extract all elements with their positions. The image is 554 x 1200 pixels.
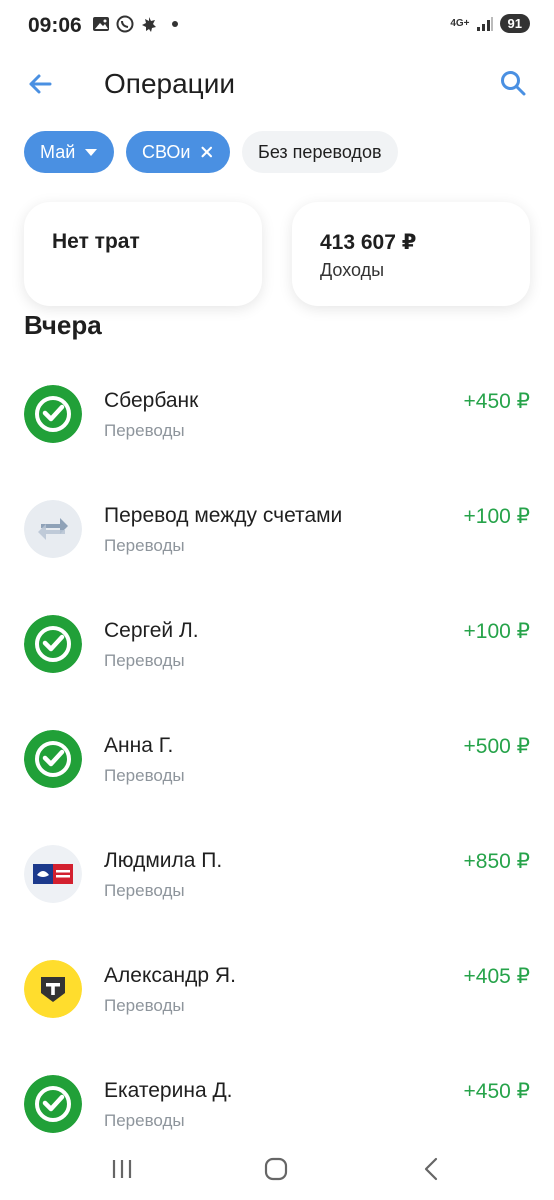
transaction-amount: +450 ₽ <box>463 1080 531 1103</box>
transaction-amount: +500 ₽ <box>463 735 531 758</box>
transaction-name: Екатерина Д. <box>104 1079 233 1102</box>
filter-chips: Май СВОи Без переводов <box>24 131 398 173</box>
app-icon <box>142 17 156 32</box>
transaction-amount: +100 ₽ <box>463 620 531 643</box>
no-transfers-label: Без переводов <box>258 141 382 162</box>
income-label: Доходы <box>320 260 385 280</box>
transaction-category: Переводы <box>104 996 185 1015</box>
tbank-icon <box>24 960 82 1018</box>
system-nav-bar <box>0 1136 554 1200</box>
expenses-card[interactable]: Нет трат <box>24 202 262 306</box>
list-item[interactable]: Сергей Л. Переводы +100 ₽ <box>0 587 554 702</box>
transaction-name: Анна Г. <box>104 734 174 757</box>
transaction-name: Сбербанк <box>104 389 199 412</box>
transaction-amount: +100 ₽ <box>463 505 531 528</box>
network-type: 4G+ <box>450 17 470 29</box>
transaction-name: Людмила П. <box>104 849 223 872</box>
transaction-category: Переводы <box>104 536 185 555</box>
app-bar: Операции <box>0 52 554 116</box>
whatsapp-icon <box>116 15 134 33</box>
list-item[interactable]: Сбербанк Переводы +450 ₽ <box>0 357 554 472</box>
transaction-category: Переводы <box>104 881 185 900</box>
income-value: 413 607 ₽ <box>320 231 417 254</box>
expenses-text: Нет трат <box>52 230 140 253</box>
pochta-bank-icon <box>24 845 82 903</box>
no-transfers-chip[interactable]: Без переводов <box>242 131 398 173</box>
sber-icon <box>24 385 82 443</box>
transaction-category: Переводы <box>104 766 185 785</box>
transfer-arrows-icon <box>24 500 82 558</box>
sber-icon <box>24 1075 82 1133</box>
back-nav-icon[interactable] <box>415 1152 449 1186</box>
month-filter-chip[interactable]: Май <box>24 131 114 173</box>
transaction-amount: +405 ₽ <box>463 965 531 988</box>
transaction-category: Переводы <box>104 1111 185 1130</box>
gallery-icon <box>93 17 109 31</box>
list-item[interactable]: Перевод между счетами Переводы +100 ₽ <box>0 472 554 587</box>
transaction-amount: +450 ₽ <box>463 390 531 413</box>
list-item[interactable]: Людмила П. Переводы +850 ₽ <box>0 817 554 932</box>
transactions-list: Сбербанк Переводы +450 ₽ Перевод между с… <box>0 357 554 1162</box>
transaction-name: Александр Я. <box>104 964 236 987</box>
account-filter-label: СВОи <box>142 141 191 162</box>
list-item[interactable]: Анна Г. Переводы +500 ₽ <box>0 702 554 817</box>
transaction-amount: +850 ₽ <box>463 850 531 873</box>
transaction-category: Переводы <box>104 421 185 440</box>
transaction-category: Переводы <box>104 651 185 670</box>
transaction-name: Сергей Л. <box>104 619 199 642</box>
status-bar: 09:06 4G+ 91 <box>0 0 554 52</box>
income-card[interactable]: 413 607 ₽ Доходы <box>292 202 530 306</box>
recents-icon[interactable] <box>105 1152 139 1186</box>
search-icon[interactable] <box>498 68 528 98</box>
sber-icon <box>24 730 82 788</box>
dot-icon <box>172 21 178 27</box>
battery-icon: 91 <box>499 14 530 33</box>
status-time: 09:06 <box>28 14 82 37</box>
section-title-yesterday: Вчера <box>24 310 102 340</box>
transaction-name: Перевод между счетами <box>104 504 343 527</box>
caret-down-icon <box>85 148 98 156</box>
page-title: Операции <box>104 68 235 99</box>
list-item[interactable]: Александр Я. Переводы +405 ₽ <box>0 932 554 1047</box>
arrow-left-icon[interactable] <box>24 68 56 100</box>
signal-icon <box>476 16 493 31</box>
account-filter-chip[interactable]: СВОи <box>126 131 230 173</box>
home-icon[interactable] <box>259 1152 293 1186</box>
close-icon[interactable] <box>200 144 214 160</box>
sber-icon <box>24 615 82 673</box>
month-filter-label: Май <box>40 141 76 162</box>
